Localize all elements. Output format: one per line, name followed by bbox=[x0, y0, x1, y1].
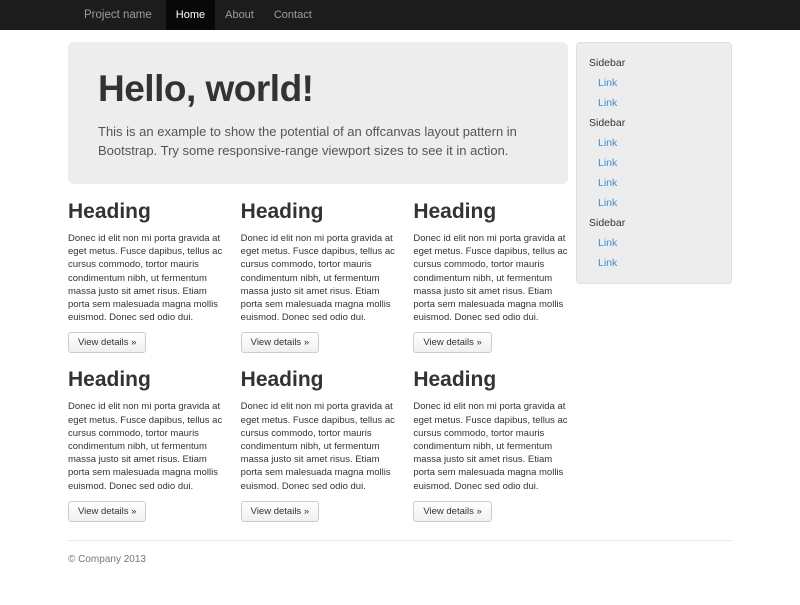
card: Heading Donec id elit non mi porta gravi… bbox=[241, 368, 396, 521]
copyright-text: © Company 2013 bbox=[68, 554, 732, 565]
card: Heading Donec id elit non mi porta gravi… bbox=[413, 368, 568, 521]
sidebar-link[interactable]: Link bbox=[577, 93, 731, 113]
sidebar-group-header: Sidebar bbox=[577, 53, 731, 73]
jumbotron: Hello, world! This is an example to show… bbox=[68, 42, 568, 184]
page-title: Hello, world! bbox=[98, 68, 538, 110]
card-body: Donec id elit non mi porta gravida at eg… bbox=[68, 400, 223, 492]
card-heading: Heading bbox=[241, 368, 396, 392]
nav-item-home[interactable]: Home bbox=[166, 0, 215, 30]
sidebar-column: Sidebar Link Link Sidebar Link Link Link… bbox=[576, 42, 732, 284]
navbar: Project name Home About Contact bbox=[0, 0, 800, 30]
navbar-nav: Home About Contact bbox=[166, 0, 322, 30]
sidebar-link[interactable]: Link bbox=[577, 173, 731, 193]
nav-item-about[interactable]: About bbox=[215, 0, 264, 30]
sidebar-group-header: Sidebar bbox=[577, 213, 731, 233]
navbar-inner: Project name Home About Contact bbox=[68, 0, 732, 30]
card-heading: Heading bbox=[241, 200, 396, 224]
nav-item-contact[interactable]: Contact bbox=[264, 0, 322, 30]
page-container: Hello, world! This is an example to show… bbox=[68, 42, 732, 522]
sidebar-link[interactable]: Link bbox=[577, 233, 731, 253]
sidebar-well: Sidebar Link Link Sidebar Link Link Link… bbox=[576, 42, 732, 284]
card-body: Donec id elit non mi porta gravida at eg… bbox=[241, 232, 396, 324]
view-details-button[interactable]: View details » bbox=[241, 501, 319, 522]
card: Heading Donec id elit non mi porta gravi… bbox=[413, 200, 568, 353]
jumbotron-text: This is an example to show the potential… bbox=[98, 122, 538, 160]
card-body: Donec id elit non mi porta gravida at eg… bbox=[413, 232, 568, 324]
card-heading: Heading bbox=[413, 200, 568, 224]
card-heading: Heading bbox=[68, 200, 223, 224]
card: Heading Donec id elit non mi porta gravi… bbox=[241, 200, 396, 353]
view-details-button[interactable]: View details » bbox=[413, 501, 491, 522]
view-details-button[interactable]: View details » bbox=[68, 332, 146, 353]
main-column: Hello, world! This is an example to show… bbox=[68, 42, 568, 522]
card-heading: Heading bbox=[68, 368, 223, 392]
card-body: Donec id elit non mi porta gravida at eg… bbox=[241, 400, 396, 492]
footer: © Company 2013 bbox=[68, 540, 732, 605]
cards-grid: Heading Donec id elit non mi porta gravi… bbox=[68, 200, 568, 522]
sidebar-link[interactable]: Link bbox=[577, 133, 731, 153]
card: Heading Donec id elit non mi porta gravi… bbox=[68, 200, 223, 353]
view-details-button[interactable]: View details » bbox=[68, 501, 146, 522]
sidebar-group-header: Sidebar bbox=[577, 113, 731, 133]
sidebar-link[interactable]: Link bbox=[577, 73, 731, 93]
card-body: Donec id elit non mi porta gravida at eg… bbox=[413, 400, 568, 492]
card-heading: Heading bbox=[413, 368, 568, 392]
card-body: Donec id elit non mi porta gravida at eg… bbox=[68, 232, 223, 324]
sidebar-link[interactable]: Link bbox=[577, 253, 731, 273]
sidebar-link[interactable]: Link bbox=[577, 193, 731, 213]
sidebar-link[interactable]: Link bbox=[577, 153, 731, 173]
card: Heading Donec id elit non mi porta gravi… bbox=[68, 368, 223, 521]
navbar-brand[interactable]: Project name bbox=[68, 0, 166, 30]
view-details-button[interactable]: View details » bbox=[413, 332, 491, 353]
view-details-button[interactable]: View details » bbox=[241, 332, 319, 353]
